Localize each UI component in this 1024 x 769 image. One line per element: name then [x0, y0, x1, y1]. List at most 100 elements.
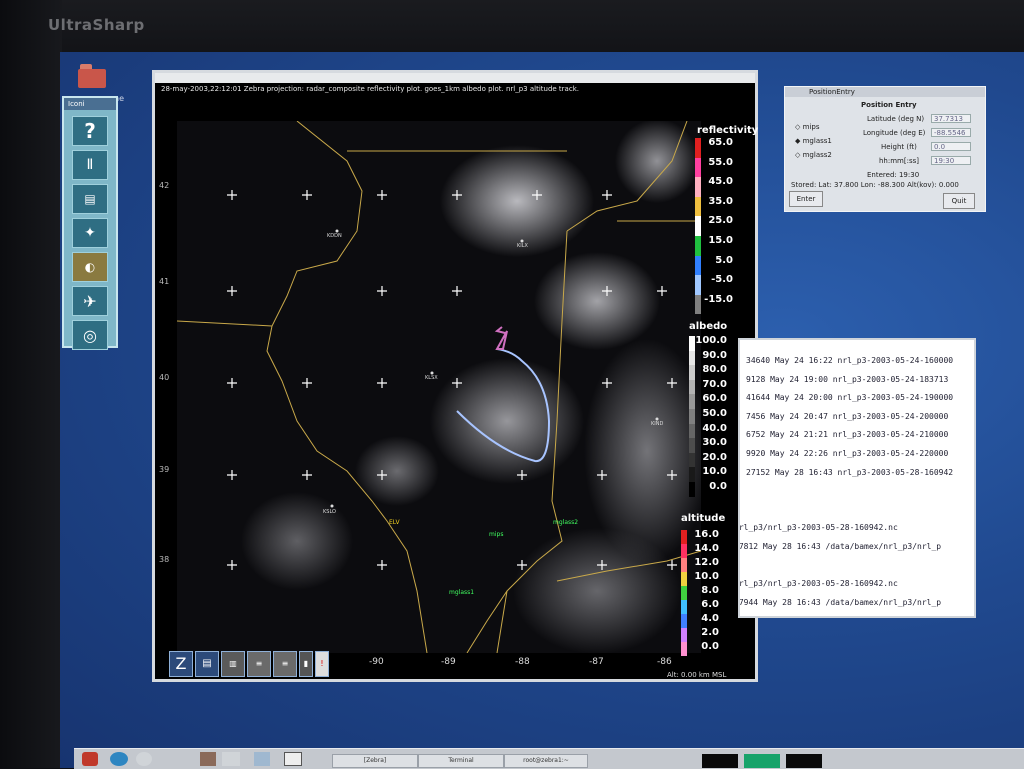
task-root-terminal[interactable]: root@zebra1:~: [504, 754, 588, 768]
radar-icon[interactable]: ◎: [72, 320, 108, 350]
help-icon[interactable]: ?: [72, 116, 108, 146]
track-end-marker: [494, 326, 508, 350]
station-label: KLSX: [425, 375, 438, 381]
radio-mips[interactable]: ◇ mips: [795, 123, 819, 131]
aircraft-icon[interactable]: ✈: [72, 286, 108, 316]
state-borders: [177, 121, 701, 653]
lon-label: -86: [657, 657, 672, 667]
altitude-legend-value: 16.0: [694, 529, 719, 540]
altitude-legend-value: 8.0: [701, 585, 719, 596]
browser-icon[interactable]: [110, 752, 128, 766]
satellite-icon[interactable]: ✦: [72, 218, 108, 248]
overlay-icon[interactable]: ≡: [247, 651, 271, 677]
reflectivity-legend-value: 5.0: [715, 254, 733, 266]
tools-icon[interactable]: Ⅱ: [72, 150, 108, 180]
log-line: 41644 May 24 20:00 nrl_p3-2003-05-24-190…: [746, 393, 954, 403]
latitude-field[interactable]: 37.7313: [931, 114, 971, 123]
lat-label: 41: [159, 277, 170, 286]
app-icon[interactable]: [136, 752, 152, 766]
pager-desktop-3[interactable]: [786, 754, 822, 768]
reflectivity-legend-value: -5.0: [711, 274, 733, 286]
map-overlay: [177, 121, 701, 653]
enter-button[interactable]: Enter: [789, 191, 823, 207]
albedo-legend-value: 70.0: [702, 378, 727, 390]
app-icon[interactable]: [222, 752, 240, 766]
time-control-icon[interactable]: ▥: [221, 651, 245, 677]
window-title[interactable]: PositionEntry: [785, 87, 985, 97]
radio-mglass1[interactable]: ◆ mglass1: [795, 137, 832, 145]
alarm-icon[interactable]: !: [315, 651, 329, 677]
station-label: KSLO: [323, 509, 336, 515]
albedo-legend-value: 90.0: [702, 349, 727, 361]
lat-label: 39: [159, 465, 170, 474]
terminal-window[interactable]: 34640 May 24 16:22 nrl_p3-2003-05-24-160…: [738, 338, 976, 618]
app-icon[interactable]: [254, 752, 270, 766]
redhat-icon[interactable]: [82, 752, 98, 766]
log-line: 77944 May 28 16:43 /data/bamex/nrl_p3/nr…: [738, 597, 942, 607]
reflectivity-legend-value: -15.0: [704, 293, 733, 305]
grid-crosses: [227, 190, 677, 570]
map-icon[interactable]: ◐: [72, 252, 108, 282]
log-line: nrl_p3/nrl_p3-2003-05-28-160942.nc: [738, 579, 898, 589]
palette-title: Iconi: [64, 98, 116, 110]
albedo-legend-value: 30.0: [702, 437, 727, 449]
station-dots: [330, 229, 659, 508]
movie-icon[interactable]: ▮: [299, 651, 313, 677]
altitude-legend-value: 0.0: [701, 641, 719, 652]
albedo-legend-value: 80.0: [702, 364, 727, 376]
window-titlebar[interactable]: [155, 73, 755, 83]
pager-desktop-2[interactable]: [744, 754, 780, 768]
marker-label: mglass1: [449, 589, 475, 596]
field-label: hh:mm[:ss]: [879, 157, 919, 165]
entered-status: Entered: 19:30: [867, 171, 920, 179]
monitor-bezel-top: [0, 0, 1024, 56]
log-line: 9920 May 24 22:26 nrl_p3-2003-05-24-2200…: [746, 449, 949, 458]
reflectivity-legend-value: 25.0: [708, 215, 733, 227]
terminal-icon[interactable]: [284, 752, 302, 766]
task-terminal[interactable]: Terminal: [418, 754, 504, 768]
reflectivity-legend-value: 15.0: [708, 235, 733, 246]
station-label: KIND: [651, 421, 664, 427]
lon-label: -88: [515, 657, 530, 667]
reflectivity-legend-value: 55.0: [708, 156, 733, 168]
field-label: Latitude (deg N): [867, 115, 925, 123]
time-field[interactable]: 19:30: [931, 156, 971, 165]
folder-icon[interactable]: [78, 64, 106, 88]
lon-label: -90: [369, 657, 384, 667]
layers-icon[interactable]: ≡: [273, 651, 297, 677]
albedo-legend-value: 40.0: [702, 422, 727, 434]
flight-track: [456, 348, 551, 463]
zebra-display-window: 28-may-2003,22:12:01 Zebra projection: r…: [152, 70, 758, 682]
altitude-readout: Alt: 0.00 km MSL: [667, 671, 727, 679]
quit-button[interactable]: Quit: [943, 193, 975, 209]
icon-palette: Iconi ? Ⅱ ▤ ✦ ◐ ✈ ◎: [62, 96, 118, 350]
position-entry-window: PositionEntry Position Entry ◇ mips ◆ mg…: [784, 86, 986, 212]
longitude-field[interactable]: -88.5546: [931, 128, 971, 137]
task-zebra[interactable]: [Zebra]: [332, 754, 418, 768]
reflectivity-legend-value: 45.0: [708, 176, 733, 188]
pager-desktop-1[interactable]: [702, 754, 738, 768]
marker-label: mips: [489, 531, 504, 538]
monitor-brand-logo: UltraSharp: [48, 16, 145, 34]
altitude-legend-value: 10.0: [694, 571, 719, 582]
albedo-legend-title: albedo: [689, 321, 728, 332]
config-icon[interactable]: ▤: [72, 184, 108, 214]
radio-mglass2[interactable]: ◇ mglass2: [795, 151, 832, 159]
app-icon[interactable]: [200, 752, 216, 766]
stored-status: Stored: Lat: 37.800 Lon: -88.300 Alt(kov…: [791, 181, 959, 189]
zebra-logo-icon[interactable]: Z: [169, 651, 193, 677]
satellite-map[interactable]: KDDN KILX KLSX KSLO KIND ELV mips mglass…: [177, 121, 701, 653]
station-label: KDDN: [327, 233, 342, 239]
lat-label: 40: [159, 373, 170, 382]
lat-label: 42: [159, 181, 170, 190]
field-label: Longitude (deg E): [863, 129, 926, 137]
height-field[interactable]: 0.0: [931, 142, 971, 151]
dialog-heading: Position Entry: [861, 101, 917, 109]
marker-label: mglass2: [553, 519, 579, 526]
log-line: 6752 May 24 21:21 nrl_p3-2003-05-24-2100…: [746, 430, 949, 440]
reflectivity-legend-value: 65.0: [708, 137, 733, 148]
config-icon[interactable]: ▤: [195, 651, 219, 677]
albedo-legend-value: 10.0: [702, 466, 727, 478]
lat-label: 38: [159, 555, 170, 564]
station-label: KILX: [517, 243, 528, 249]
